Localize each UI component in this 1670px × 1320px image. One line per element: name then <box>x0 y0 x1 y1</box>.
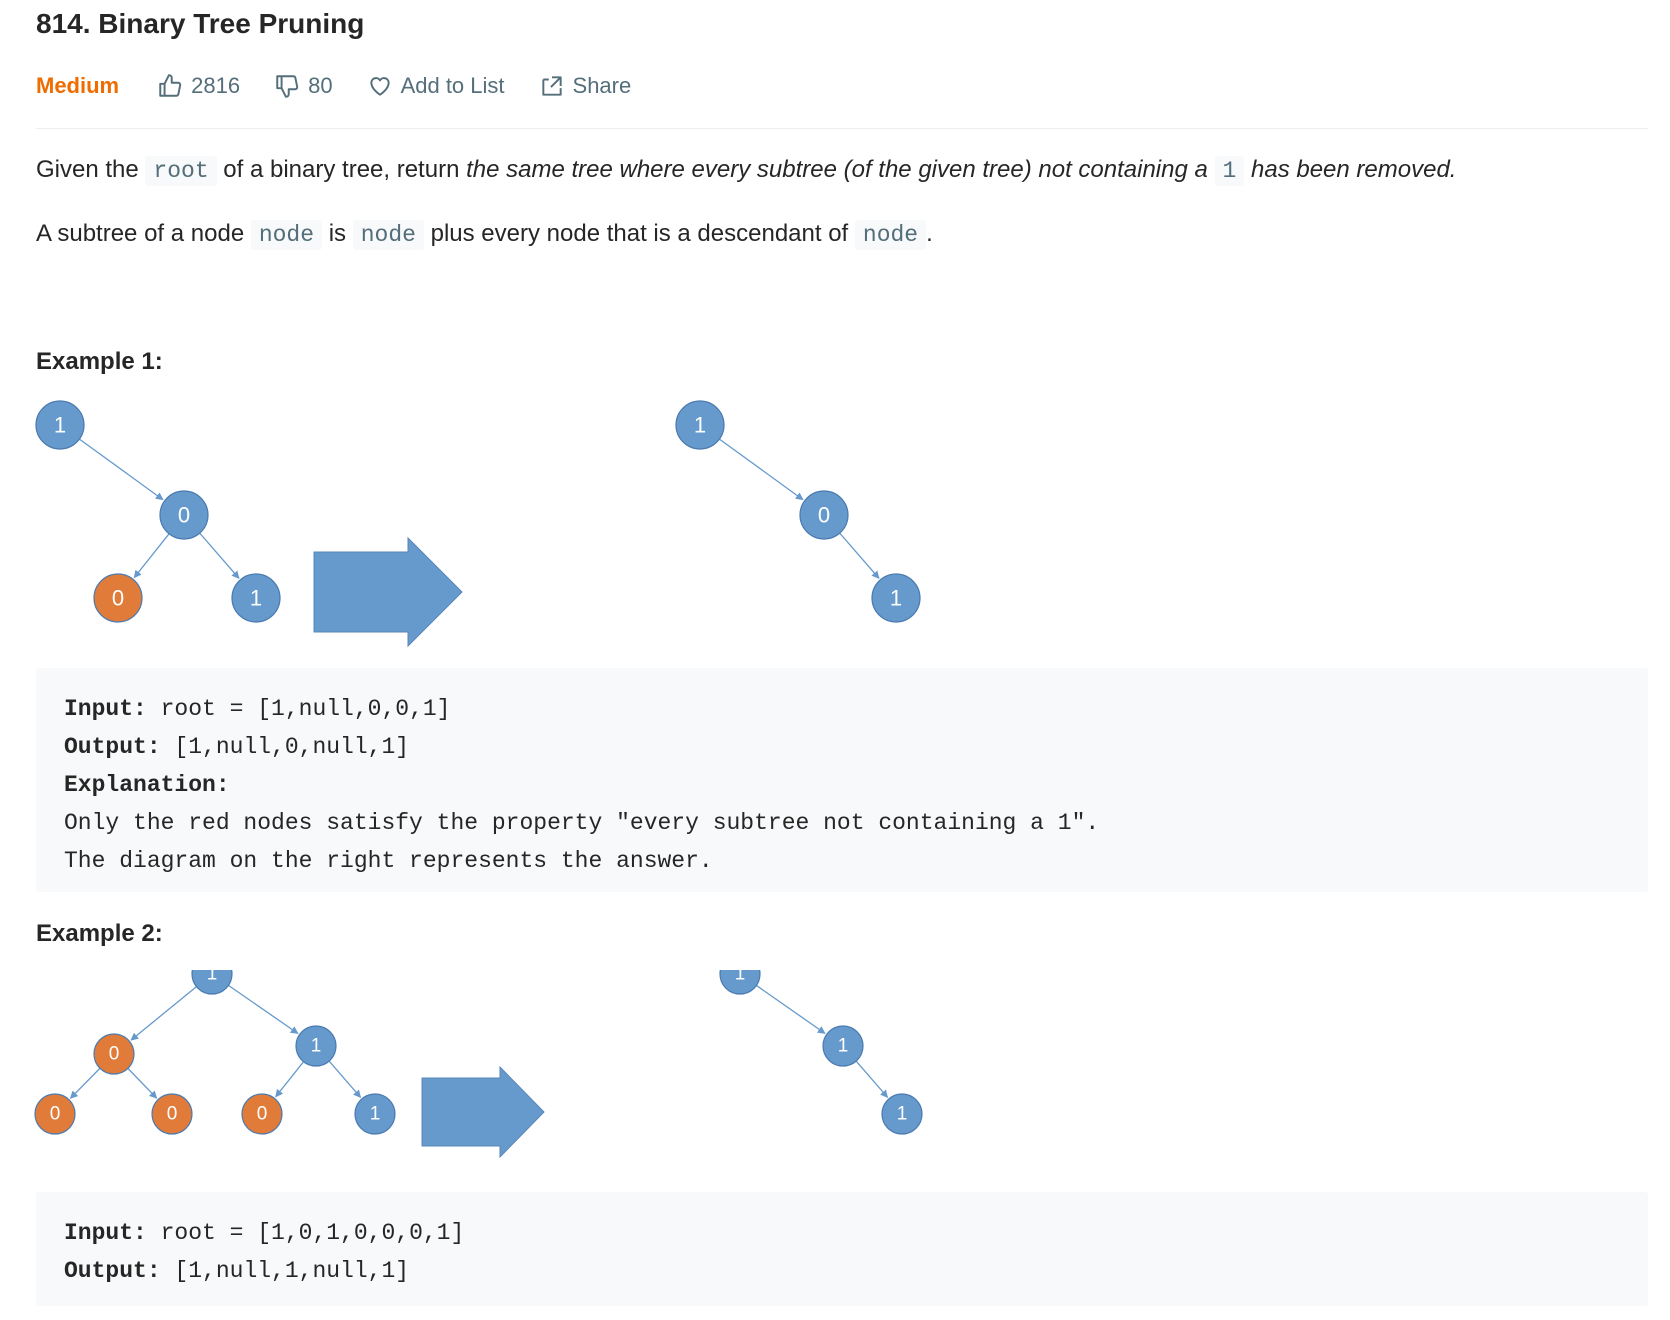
desc-text: . <box>926 220 933 247</box>
ex2-right-tree-node-label: 1 <box>735 970 746 985</box>
output-value: [1,null,1,null,1] <box>160 1258 410 1284</box>
example-1-diagram: 1 0 0 1 1 0 1 <box>35 400 921 648</box>
ex2-left-tree-edge <box>228 984 299 1035</box>
add-to-list-button[interactable]: Add to List <box>367 73 505 99</box>
explanation-text: Only the red nodes satisfy the property … <box>64 810 1100 836</box>
ex2-right-tree-node-label: 1 <box>838 1036 849 1057</box>
inline-code-one: 1 <box>1214 156 1245 186</box>
inline-code-node: node <box>854 220 927 250</box>
input-value: root = [1,0,1,0,0,0,1] <box>146 1220 465 1246</box>
input-label: Input: <box>64 696 147 722</box>
example-2-heading: Example 2: <box>36 920 163 947</box>
output-label: Output: <box>64 734 161 760</box>
ex2-left-tree-node-label: 0 <box>257 1104 268 1125</box>
inline-code-node: node <box>352 220 424 250</box>
description-paragraph-2: A subtree of a node node is node plus ev… <box>36 220 933 250</box>
ex2-right-tree-edge <box>855 1060 889 1098</box>
desc-text: is <box>322 220 353 247</box>
problem-meta-bar: Medium 2816 80 Add to List Share <box>36 68 665 104</box>
dislike-count: 80 <box>308 73 333 98</box>
ex1-left-tree-node-label: 1 <box>54 413 66 438</box>
header-divider <box>36 128 1648 129</box>
ex1-left-tree-edge <box>79 438 164 501</box>
example-1-code-block: Input: root = [1,null,0,0,1] Output: [1,… <box>36 668 1648 892</box>
desc-text: A subtree of a node <box>36 220 251 247</box>
ex2-left-tree-node-label: 0 <box>167 1104 178 1125</box>
output-label: Output: <box>64 1258 161 1284</box>
ex2-left-tree-node-label: 1 <box>207 970 218 985</box>
difficulty-badge: Medium <box>36 73 120 98</box>
heart-icon <box>369 77 390 96</box>
desc-emphasis: . <box>1449 156 1457 183</box>
share-icon <box>541 76 562 96</box>
ex2-left-tree-edge <box>127 1067 158 1099</box>
transform-arrow-icon <box>421 1065 545 1159</box>
ex2-right-tree-edge <box>756 984 826 1034</box>
ex2-right-tree-node-label: 1 <box>897 1104 908 1125</box>
explanation-text: The diagram on the right represents the … <box>64 848 713 874</box>
ex1-left-tree-node-label: 0 <box>112 586 124 611</box>
ex1-right-tree-node-label: 1 <box>890 586 902 611</box>
ex1-right-tree-node-label: 1 <box>694 413 706 438</box>
like-count: 2816 <box>191 73 241 98</box>
add-to-list-label: Add to List <box>400 73 505 98</box>
share-button[interactable]: Share <box>539 73 632 99</box>
inline-code-root: root <box>145 156 217 186</box>
ex1-right-tree-edge <box>839 532 880 579</box>
ex2-left-tree-edge <box>328 1060 362 1098</box>
ex1-left-tree-node-label: 1 <box>250 586 262 611</box>
like-button[interactable]: 2816 <box>157 73 240 99</box>
problem-title: 814. Binary Tree Pruning <box>36 8 365 39</box>
ex1-left-tree-node-label: 0 <box>178 503 190 528</box>
ex1-right-tree-edge <box>719 438 804 501</box>
desc-emphasis: the same tree where every subtree (of th… <box>466 156 1215 183</box>
ex2-left-tree-node-label: 1 <box>311 1036 322 1057</box>
thumbs-down-icon <box>276 75 299 98</box>
ex1-right-tree-node-label: 0 <box>818 503 830 528</box>
ex1-left-tree-edge <box>199 532 240 579</box>
thumbs-up-icon <box>159 74 182 97</box>
share-label: Share <box>572 73 632 98</box>
desc-text: Given the <box>36 156 146 183</box>
ex2-left-tree-node-label: 0 <box>109 1044 120 1065</box>
description-paragraph-1: Given the root of a binary tree, return … <box>36 156 1457 186</box>
example-1-heading: Example 1: <box>36 348 163 375</box>
input-label: Input: <box>64 1220 147 1246</box>
ex2-left-tree-node-label: 1 <box>370 1104 381 1125</box>
ex2-left-tree-edge <box>69 1067 101 1099</box>
inline-code-node: node <box>250 220 323 250</box>
explanation-label: Explanation: <box>64 772 230 798</box>
desc-emphasis: has been removed <box>1244 156 1450 183</box>
output-value: [1,null,0,null,1] <box>160 734 410 760</box>
desc-text: of a binary tree, return <box>216 156 467 183</box>
ex1-left-tree-edge <box>133 533 170 579</box>
example-2-code-block: Input: root = [1,0,1,0,0,0,1] Output: [1… <box>36 1192 1648 1306</box>
ex2-left-tree-edge <box>130 986 197 1041</box>
desc-text: plus every node that is a descendant of <box>423 220 855 247</box>
transform-arrow-icon <box>313 536 463 648</box>
dislike-button[interactable]: 80 <box>274 73 333 99</box>
ex2-left-tree-edge <box>275 1061 305 1098</box>
ex2-left-tree-node-label: 0 <box>50 1104 61 1125</box>
input-value: root = [1,null,0,0,1] <box>146 696 451 722</box>
example-2-diagram: 1 0 1 0 0 0 1 1 1 1 <box>34 970 923 1159</box>
